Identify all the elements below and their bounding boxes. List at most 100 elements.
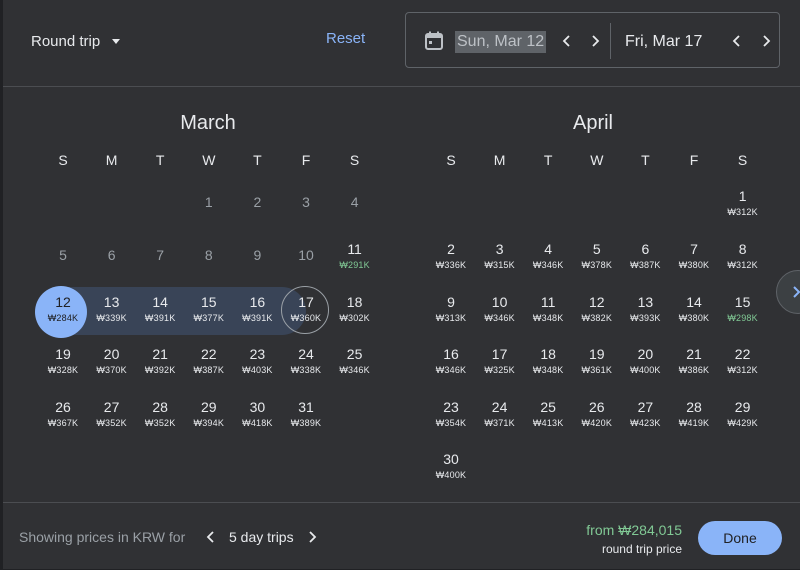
weekday-header: T — [155, 152, 165, 168]
calendar-day-april-21[interactable]: 21 ₩386K — [670, 336, 718, 384]
weekday-header: M — [493, 152, 506, 168]
calendar-day-april-29[interactable]: 29 ₩429K — [719, 389, 767, 437]
calendar-day-march-9[interactable]: 9 — [233, 231, 281, 279]
calendar-day-april-7[interactable]: 7 ₩380K — [670, 231, 718, 279]
calendar-day-march-20[interactable]: 20 ₩370K — [88, 336, 136, 384]
done-button[interactable]: Done — [698, 521, 782, 555]
calendar-day-april-10[interactable]: 10 ₩346K — [476, 284, 524, 332]
day-number: 26 — [589, 399, 605, 415]
day-number: 30 — [249, 399, 266, 415]
day-number: 8 — [738, 241, 747, 257]
calendar-day-april-13[interactable]: 13 ₩393K — [621, 284, 669, 332]
trip-length-prev-chevron-icon[interactable] — [203, 529, 219, 545]
departure-date-input[interactable]: Sun, Mar 12 — [455, 31, 547, 53]
calendar-day-april-27[interactable]: 27 ₩423K — [621, 389, 669, 437]
calendar-day-march-4[interactable]: 4 — [331, 178, 379, 226]
departure-next-chevron-icon[interactable] — [587, 33, 603, 49]
day-price: ₩429K — [727, 418, 758, 428]
calendar-day-april-19[interactable]: 19 ₩361K — [573, 336, 621, 384]
date-picker-header: Round trip Reset Sun, Mar 12 Fri, Mar 17 — [3, 0, 800, 87]
calendar-day-april-30[interactable]: 30 ₩400K — [427, 441, 475, 489]
date-range-field: Sun, Mar 12 Fri, Mar 17 — [405, 12, 780, 68]
return-date-input[interactable]: Fri, Mar 17 — [625, 31, 702, 53]
calendar-day-april-2[interactable]: 2 ₩336K — [427, 231, 475, 279]
trip-length-next-chevron-icon[interactable] — [304, 529, 320, 545]
calendar-day-april-20[interactable]: 20 ₩400K — [621, 336, 669, 384]
calendar-day-march-17[interactable]: 17 ₩360K — [282, 284, 330, 332]
calendar-day-march-21[interactable]: 21 ₩392K — [136, 336, 184, 384]
calendar-day-march-30[interactable]: 30 ₩418K — [233, 389, 281, 437]
month-title: April — [572, 112, 613, 134]
day-number: 26 — [55, 399, 71, 415]
calendar-day-april-8[interactable]: 8 ₩312K — [719, 231, 767, 279]
calendar-day-march-19[interactable]: 19 ₩328K — [39, 336, 87, 384]
day-number: 1 — [204, 194, 213, 210]
day-price: ₩386K — [678, 365, 710, 375]
calendar-day-april-18[interactable]: 18 ₩348K — [524, 336, 572, 384]
weekday-header: M — [105, 152, 118, 168]
calendar-day-april-14[interactable]: 14 ₩380K — [670, 284, 718, 332]
day-number: 11 — [540, 294, 556, 310]
calendar-day-march-5[interactable]: 5 — [39, 231, 87, 279]
calendar-day-march-28[interactable]: 28 ₩352K — [136, 389, 184, 437]
calendar-day-march-2[interactable]: 2 — [233, 178, 281, 226]
calendar-day-march-29[interactable]: 29 ₩394K — [185, 389, 233, 437]
calendar-day-april-24[interactable]: 24 ₩371K — [476, 389, 524, 437]
calendar-day-april-4[interactable]: 4 ₩346K — [524, 231, 572, 279]
calendar-day-march-3[interactable]: 3 — [282, 178, 330, 226]
day-number: 4 — [350, 194, 359, 210]
calendar-day-march-22[interactable]: 22 ₩387K — [185, 336, 233, 384]
day-number: 14 — [152, 294, 168, 310]
calendar-day-april-5[interactable]: 5 ₩378K — [573, 231, 621, 279]
calendar-day-april-26[interactable]: 26 ₩420K — [573, 389, 621, 437]
calendar-day-march-27[interactable]: 27 ₩352K — [88, 389, 136, 437]
calendar-day-march-24[interactable]: 24 ₩338K — [282, 336, 330, 384]
calendar-day-april-17[interactable]: 17 ₩325K — [476, 336, 524, 384]
calendar-day-march-10[interactable]: 10 — [282, 231, 330, 279]
calendar-day-april-11[interactable]: 11 ₩348K — [524, 284, 572, 332]
calendar-day-march-18[interactable]: 18 ₩302K — [331, 284, 379, 332]
calendar-day-march-7[interactable]: 7 — [136, 231, 184, 279]
calendar-day-march-11[interactable]: 11 ₩291K — [331, 231, 379, 279]
day-price: ₩315K — [484, 260, 515, 270]
calendar-day-april-22[interactable]: 22 ₩312K — [719, 336, 767, 384]
calendar-day-april-23[interactable]: 23 ₩354K — [427, 389, 475, 437]
day-price: ₩419K — [678, 418, 710, 428]
day-number: 20 — [637, 346, 654, 362]
calendar-day-april-6[interactable]: 6 ₩387K — [621, 231, 669, 279]
calendar-day-march-25[interactable]: 25 ₩346K — [331, 336, 379, 384]
day-price: ₩391K — [242, 313, 273, 323]
calendar-day-april-15[interactable]: 15 ₩298K — [719, 284, 767, 332]
return-next-chevron-icon[interactable] — [758, 33, 774, 49]
return-prev-chevron-icon[interactable] — [729, 33, 745, 49]
calendar-day-april-9[interactable]: 9 ₩313K — [427, 284, 475, 332]
calendar-day-april-28[interactable]: 28 ₩419K — [670, 389, 718, 437]
day-number: 16 — [443, 346, 459, 362]
calendar-day-march-26[interactable]: 26 ₩367K — [39, 389, 87, 437]
calendar-day-march-23[interactable]: 23 ₩403K — [233, 336, 281, 384]
calendar-day-april-12[interactable]: 12 ₩382K — [573, 284, 621, 332]
calendar-day-april-1[interactable]: 1 ₩312K — [719, 178, 767, 226]
calendar-day-march-1[interactable]: 1 — [185, 178, 233, 226]
calendar-day-march-14[interactable]: 14 ₩391K — [136, 284, 184, 332]
trip-type-dropdown[interactable]: Round trip — [31, 30, 121, 52]
day-price: ₩348K — [532, 313, 564, 323]
calendar-day-march-31[interactable]: 31 ₩389K — [282, 389, 330, 437]
calendar-day-april-25[interactable]: 25 ₩413K — [524, 389, 572, 437]
departure-prev-chevron-icon[interactable] — [559, 33, 575, 49]
calendar-day-march-15[interactable]: 15 ₩377K — [185, 284, 233, 332]
reset-button[interactable]: Reset — [326, 30, 365, 47]
calendar-day-april-16[interactable]: 16 ₩346K — [427, 336, 475, 384]
calendar-day-march-8[interactable]: 8 — [185, 231, 233, 279]
date-picker-footer: Showing prices in KRW for 5 day trips fr… — [3, 502, 800, 570]
calendar-day-march-16[interactable]: 16 ₩391K — [233, 284, 281, 332]
day-number: 2 — [447, 241, 455, 257]
day-number: 21 — [152, 346, 168, 362]
calendar-day-march-6[interactable]: 6 — [88, 231, 136, 279]
day-number: 15 — [734, 294, 751, 310]
day-price: ₩325K — [484, 365, 515, 375]
calendar-day-april-3[interactable]: 3 ₩315K — [476, 231, 524, 279]
calendar-day-march-13[interactable]: 13 ₩339K — [88, 284, 136, 332]
currency-note: Showing prices in KRW for — [19, 529, 186, 545]
calendar-day-march-12[interactable]: 12 ₩284K — [39, 284, 87, 332]
